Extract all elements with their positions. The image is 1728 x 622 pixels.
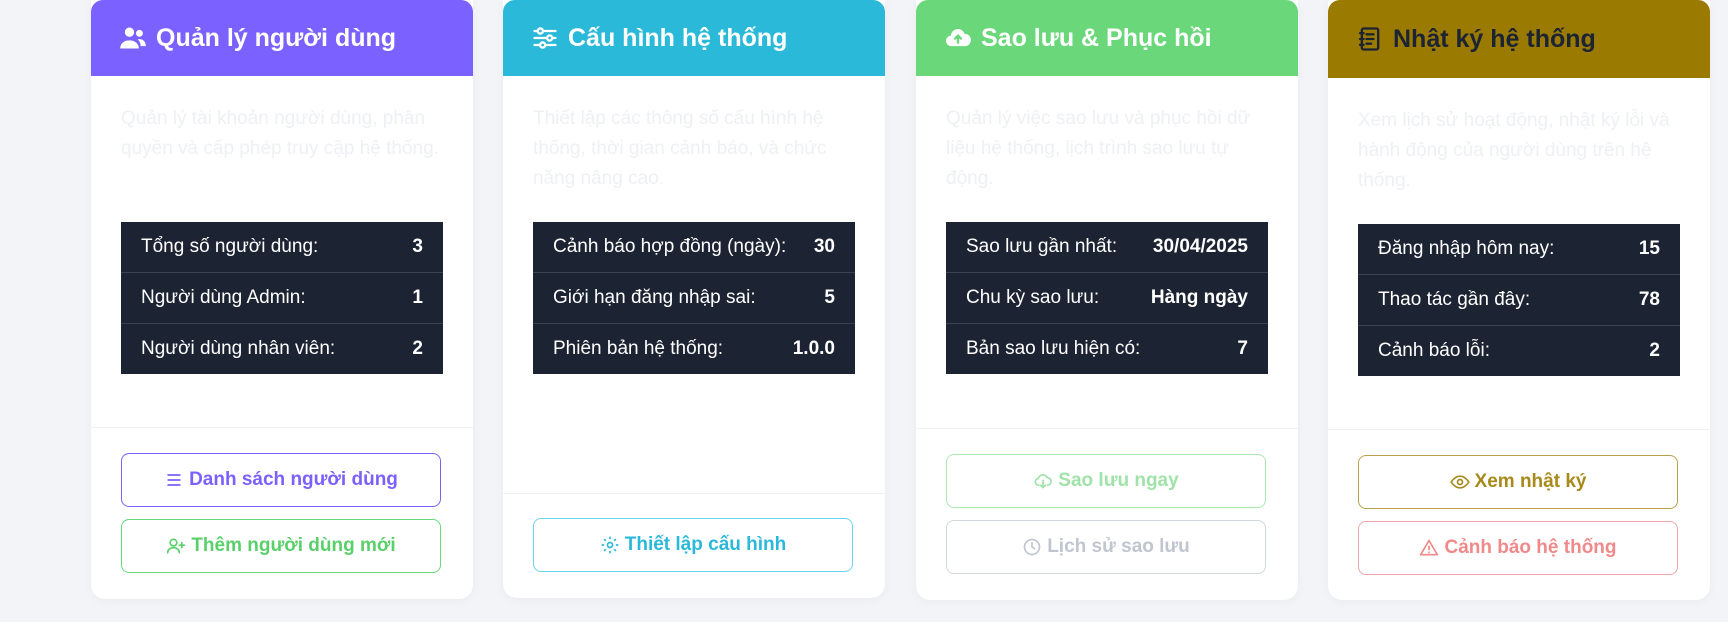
card-divider: [916, 428, 1298, 429]
stat-value: Hàng ngày: [1150, 287, 1248, 308]
stat-label: Cảnh báo hợp đồng (ngày):: [553, 236, 787, 257]
stat-value: 5: [824, 287, 835, 308]
stat-value: 30/04/2025: [1152, 236, 1248, 257]
card-divider: [503, 493, 885, 494]
button-label: Cảnh báo hệ thống: [1444, 537, 1617, 558]
system-config-card: Cấu hình hệ thống Thiết lập các thông số…: [503, 0, 885, 598]
stat-value: 7: [1237, 338, 1248, 359]
button-label: Thiết lập cấu hình: [624, 534, 787, 555]
button-label: Thêm người dùng mới: [191, 535, 396, 556]
user-plus-icon: [166, 536, 186, 556]
stat-row: Giới hạn đăng nhập sai: 5: [533, 273, 855, 324]
stat-value: 78: [1638, 289, 1660, 310]
stat-label: Tổng số người dùng:: [141, 236, 319, 257]
card-body: Quản lý việc sao lưu và phục hồi dữ liệu…: [916, 76, 1298, 374]
users-icon: [119, 24, 147, 52]
card-body: Quản lý tài khoản người dùng, phân quyền…: [91, 76, 473, 374]
cloud-download-icon: [1033, 471, 1053, 491]
stat-row: Đăng nhập hôm nay: 15: [1358, 224, 1680, 275]
stat-label: Phiên bản hệ thống:: [553, 338, 724, 359]
system-log-card: Nhật ký hệ thống Xem lịch sử hoạt động, …: [1328, 0, 1710, 600]
stat-label: Sao lưu gần nhất:: [966, 236, 1118, 257]
stat-value: 30: [813, 236, 835, 257]
card-title: Sao lưu & Phục hồi: [981, 23, 1212, 52]
card-header: Nhật ký hệ thống: [1328, 0, 1710, 78]
card-header: Quản lý người dùng: [91, 0, 473, 76]
eye-icon: [1449, 472, 1470, 492]
card-title: Nhật ký hệ thống: [1393, 24, 1596, 53]
stat-row: Tổng số người dùng: 3: [121, 222, 443, 273]
stat-label: Cảnh báo lỗi:: [1378, 340, 1490, 361]
stat-label: Người dùng Admin:: [141, 287, 306, 308]
card-divider: [91, 427, 473, 428]
stat-value: 15: [1638, 238, 1660, 259]
config-setup-button[interactable]: Thiết lập cấu hình: [533, 518, 853, 572]
card-body: Thiết lập các thông số cấu hình hệ thống…: [503, 76, 885, 374]
backup-now-button[interactable]: Sao lưu ngay: [946, 454, 1266, 508]
card-title: Quản lý người dùng: [156, 23, 397, 52]
stat-label: Bản sao lưu hiện có:: [966, 338, 1141, 359]
stat-value: 3: [412, 236, 423, 257]
stat-row: Chu kỳ sao lưu: Hàng ngày: [946, 273, 1268, 324]
stat-label: Đăng nhập hôm nay:: [1378, 238, 1555, 259]
backup-history-button[interactable]: Lịch sử sao lưu: [946, 520, 1266, 574]
button-label: Xem nhật ký: [1474, 471, 1587, 492]
stat-row: Cảnh báo lỗi: 2: [1358, 326, 1680, 376]
button-label: Danh sách người dùng: [189, 469, 398, 490]
stats-table: Đăng nhập hôm nay: 15 Thao tác gần đây: 78…: [1358, 224, 1680, 376]
warning-icon: [1419, 538, 1439, 558]
stat-label: Giới hạn đăng nhập sai:: [553, 287, 756, 308]
gear-icon: [600, 535, 620, 555]
stat-value: 2: [1649, 340, 1660, 361]
stats-table: Sao lưu gần nhất: 30/04/2025 Chu kỳ sao l…: [946, 222, 1268, 374]
card-header: Cấu hình hệ thống: [503, 0, 885, 76]
stat-label: Người dùng nhân viên:: [141, 338, 336, 359]
sliders-icon: [531, 24, 559, 52]
button-label: Lịch sử sao lưu: [1047, 536, 1190, 557]
card-description: Thiết lập các thông số cấu hình hệ thống…: [533, 108, 827, 189]
stat-row: Thao tác gần đây: 78: [1358, 275, 1680, 326]
stat-row: Cảnh báo hợp đồng (ngày): 30: [533, 222, 855, 273]
add-user-button[interactable]: Thêm người dùng mới: [121, 519, 441, 573]
cloud-upload-icon: [944, 24, 972, 52]
stats-table: Tổng số người dùng: 3 Người dùng Admin: 1 …: [121, 222, 443, 374]
card-title: Cấu hình hệ thống: [568, 23, 788, 52]
stats-table: Cảnh báo hợp đồng (ngày): 30 Giới hạn đăn…: [533, 222, 855, 374]
stat-label: Chu kỳ sao lưu:: [966, 287, 1100, 308]
stat-row: Người dùng Admin: 1: [121, 273, 443, 324]
stat-row: Người dùng nhân viên: 2: [121, 324, 443, 374]
stat-label: Thao tác gần đây:: [1378, 289, 1531, 310]
stat-row: Sao lưu gần nhất: 30/04/2025: [946, 222, 1268, 273]
card-description: Quản lý tài khoản người dùng, phân quyền…: [121, 108, 439, 159]
clock-icon: [1022, 537, 1042, 557]
card-description: Xem lịch sử hoạt động, nhật ký lỗi và hà…: [1358, 110, 1670, 191]
button-label: Sao lưu ngay: [1058, 470, 1179, 491]
stat-value: 1: [412, 287, 423, 308]
system-warning-button[interactable]: Cảnh báo hệ thống: [1358, 521, 1678, 575]
view-log-button[interactable]: Xem nhật ký: [1358, 455, 1678, 509]
card-description: Quản lý việc sao lưu và phục hồi dữ liệu…: [946, 108, 1251, 189]
list-icon: [164, 470, 184, 490]
stat-row: Phiên bản hệ thống: 1.0.0: [533, 324, 855, 374]
stat-row: Bản sao lưu hiện có: 7: [946, 324, 1268, 374]
card-divider: [1328, 429, 1710, 430]
backup-restore-card: Sao lưu & Phục hồi Quản lý việc sao lưu …: [916, 0, 1298, 600]
journal-icon: [1356, 25, 1384, 53]
user-list-button[interactable]: Danh sách người dùng: [121, 453, 441, 507]
card-body: Xem lịch sử hoạt động, nhật ký lỗi và hà…: [1328, 78, 1710, 376]
stat-value: 1.0.0: [792, 338, 835, 359]
stat-value: 2: [412, 338, 423, 359]
card-header: Sao lưu & Phục hồi: [916, 0, 1298, 76]
user-management-card: Quản lý người dùng Quản lý tài khoản ngư…: [91, 0, 473, 599]
